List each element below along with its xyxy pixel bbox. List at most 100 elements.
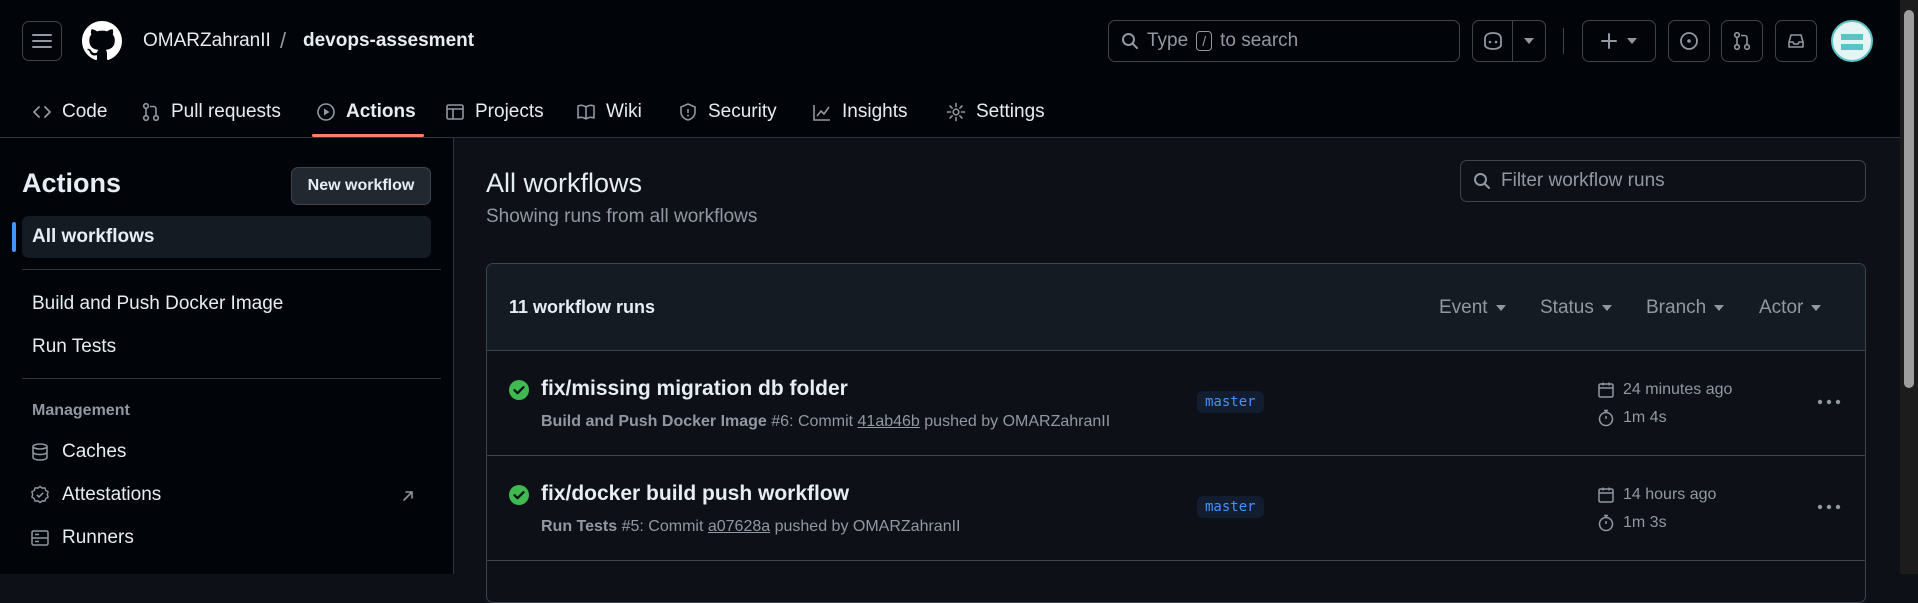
active-tab-indicator: [312, 134, 424, 137]
run-options-button[interactable]: [1809, 389, 1849, 415]
new-workflow-button[interactable]: New workflow: [291, 167, 431, 205]
global-search-input[interactable]: Type / to search: [1108, 20, 1460, 62]
event-filter-dropdown[interactable]: Event: [1439, 297, 1506, 319]
status-filter-dropdown[interactable]: Status: [1540, 297, 1612, 319]
branch-label[interactable]: master: [1197, 496, 1264, 518]
dropdown-label: Status: [1540, 297, 1594, 318]
sidebar-item-run-tests[interactable]: Run Tests: [32, 336, 116, 358]
copilot-icon: [1483, 32, 1502, 50]
run-title-link[interactable]: fix/docker build push workflow: [541, 482, 849, 506]
repo-name-link[interactable]: devops-assesment: [303, 30, 474, 52]
git-pull-request-icon: [1733, 31, 1751, 51]
inbox-icon: [1788, 34, 1804, 48]
menu-icon: [32, 34, 52, 48]
search-prefix: Type: [1147, 30, 1189, 51]
database-icon: [32, 443, 48, 461]
user-avatar[interactable]: [1831, 20, 1873, 62]
tab-actions[interactable]: Actions: [308, 86, 424, 138]
run-actor: pushed by OMARZahranII: [774, 518, 961, 535]
run-workflow-name: Run Tests: [541, 518, 618, 535]
actor-filter-dropdown[interactable]: Actor: [1759, 297, 1822, 319]
chevron-down-icon: [1714, 305, 1725, 311]
sidebar-item-attestations[interactable]: Attestations: [30, 484, 161, 506]
filter-workflow-runs-input[interactable]: Filter workflow runs: [1460, 160, 1866, 202]
run-time: 14 hours ago: [1597, 486, 1716, 504]
create-new-button[interactable]: [1582, 20, 1656, 62]
sidebar-item-runners[interactable]: Runners: [30, 527, 134, 549]
sidebar-item-build-push-docker[interactable]: Build and Push Docker Image: [32, 293, 283, 315]
run-workflow-name: Build and Push Docker Image: [541, 413, 767, 430]
inbox-button[interactable]: [1775, 20, 1817, 62]
tab-wiki[interactable]: Wiki: [568, 86, 650, 138]
tab-label: Settings: [976, 101, 1045, 122]
repo-nav: Code Pull requests Actions Projects Wiki…: [0, 86, 1900, 138]
copilot-button[interactable]: [1473, 21, 1513, 61]
vertical-scrollbar[interactable]: [1900, 0, 1918, 574]
calendar-icon: [1598, 487, 1614, 503]
github-logo-icon[interactable]: [82, 21, 122, 61]
sidebar-item-label: Attestations: [62, 484, 162, 505]
copilot-button-group: [1472, 20, 1546, 62]
chevron-down-icon: [1495, 305, 1506, 311]
issues-button[interactable]: [1668, 20, 1710, 62]
table-row[interactable]: fix/docker build push workflow Run Tests…: [487, 456, 1865, 561]
branch-label[interactable]: master: [1197, 391, 1264, 413]
verified-icon: [31, 485, 49, 504]
workflow-runs-table: 11 workflow runs Event Status Branch Act…: [486, 263, 1866, 603]
play-icon: [317, 103, 335, 121]
pull-requests-button[interactable]: [1721, 20, 1763, 62]
page-title: All workflows: [486, 168, 643, 198]
sidebar-item-all-workflows[interactable]: All workflows: [22, 216, 431, 258]
kebab-horizontal-icon: [1817, 504, 1841, 510]
sidebar-divider: [22, 378, 441, 379]
run-meta: Run Tests #5: Commit a07628a pushed by O…: [541, 518, 960, 536]
run-time: 24 minutes ago: [1597, 381, 1732, 399]
stopwatch-icon: [1598, 514, 1614, 532]
plus-icon: [1601, 33, 1617, 49]
issue-opened-icon: [1680, 32, 1698, 50]
management-heading: Management: [32, 402, 130, 419]
table-row[interactable]: fix/missing migration db folder Build an…: [487, 351, 1865, 456]
actions-sidebar: Actions New workflow All workflows Build…: [0, 138, 454, 574]
top-header: OMARZahranII / devops-assesment Type / t…: [0, 0, 1900, 138]
path-separator: /: [280, 28, 287, 53]
search-suffix: to search: [1220, 30, 1299, 51]
run-actor: pushed by OMARZahranII: [924, 413, 1111, 430]
tab-projects[interactable]: Projects: [437, 86, 552, 138]
run-duration: 1m 4s: [1597, 409, 1667, 427]
graph-icon: [813, 105, 830, 121]
scrollbar-thumb[interactable]: [1904, 10, 1914, 388]
tab-label: Projects: [475, 101, 544, 122]
server-icon: [31, 530, 49, 546]
branch-filter-dropdown[interactable]: Branch: [1646, 297, 1725, 319]
tab-insights[interactable]: Insights: [804, 86, 915, 138]
copilot-dropdown-button[interactable]: [1513, 21, 1545, 61]
hamburger-menu-button[interactable]: [22, 21, 62, 61]
chevron-down-icon: [1524, 38, 1534, 44]
chevron-down-icon: [1627, 38, 1637, 44]
tab-label: Code: [62, 101, 108, 122]
shield-icon: [680, 103, 696, 121]
tab-label: Wiki: [606, 101, 642, 122]
run-options-button[interactable]: [1809, 494, 1849, 520]
code-icon: [33, 106, 51, 118]
commit-link[interactable]: a07628a: [708, 518, 770, 535]
sidebar-item-caches[interactable]: Caches: [30, 441, 126, 463]
dropdown-label: Branch: [1646, 297, 1707, 318]
commit-link[interactable]: 41ab46b: [858, 413, 920, 430]
tab-security[interactable]: Security: [670, 86, 785, 138]
run-duration-text: 1m 3s: [1623, 514, 1667, 531]
run-title-link[interactable]: fix/missing migration db folder: [541, 377, 848, 401]
tab-settings[interactable]: Settings: [938, 86, 1053, 138]
tab-code[interactable]: Code: [24, 86, 115, 138]
filter-placeholder: Filter workflow runs: [1501, 170, 1665, 191]
active-item-indicator: [12, 222, 16, 252]
run-number: #6: Commit: [771, 413, 854, 430]
gear-icon: [946, 102, 966, 122]
header-divider: [1563, 28, 1564, 54]
repo-owner-link[interactable]: OMARZahranII: [143, 30, 271, 52]
search-icon: [1474, 173, 1490, 189]
external-link-icon[interactable]: [400, 488, 416, 504]
tab-pull-requests[interactable]: Pull requests: [133, 86, 289, 138]
chevron-down-icon: [1601, 305, 1612, 311]
